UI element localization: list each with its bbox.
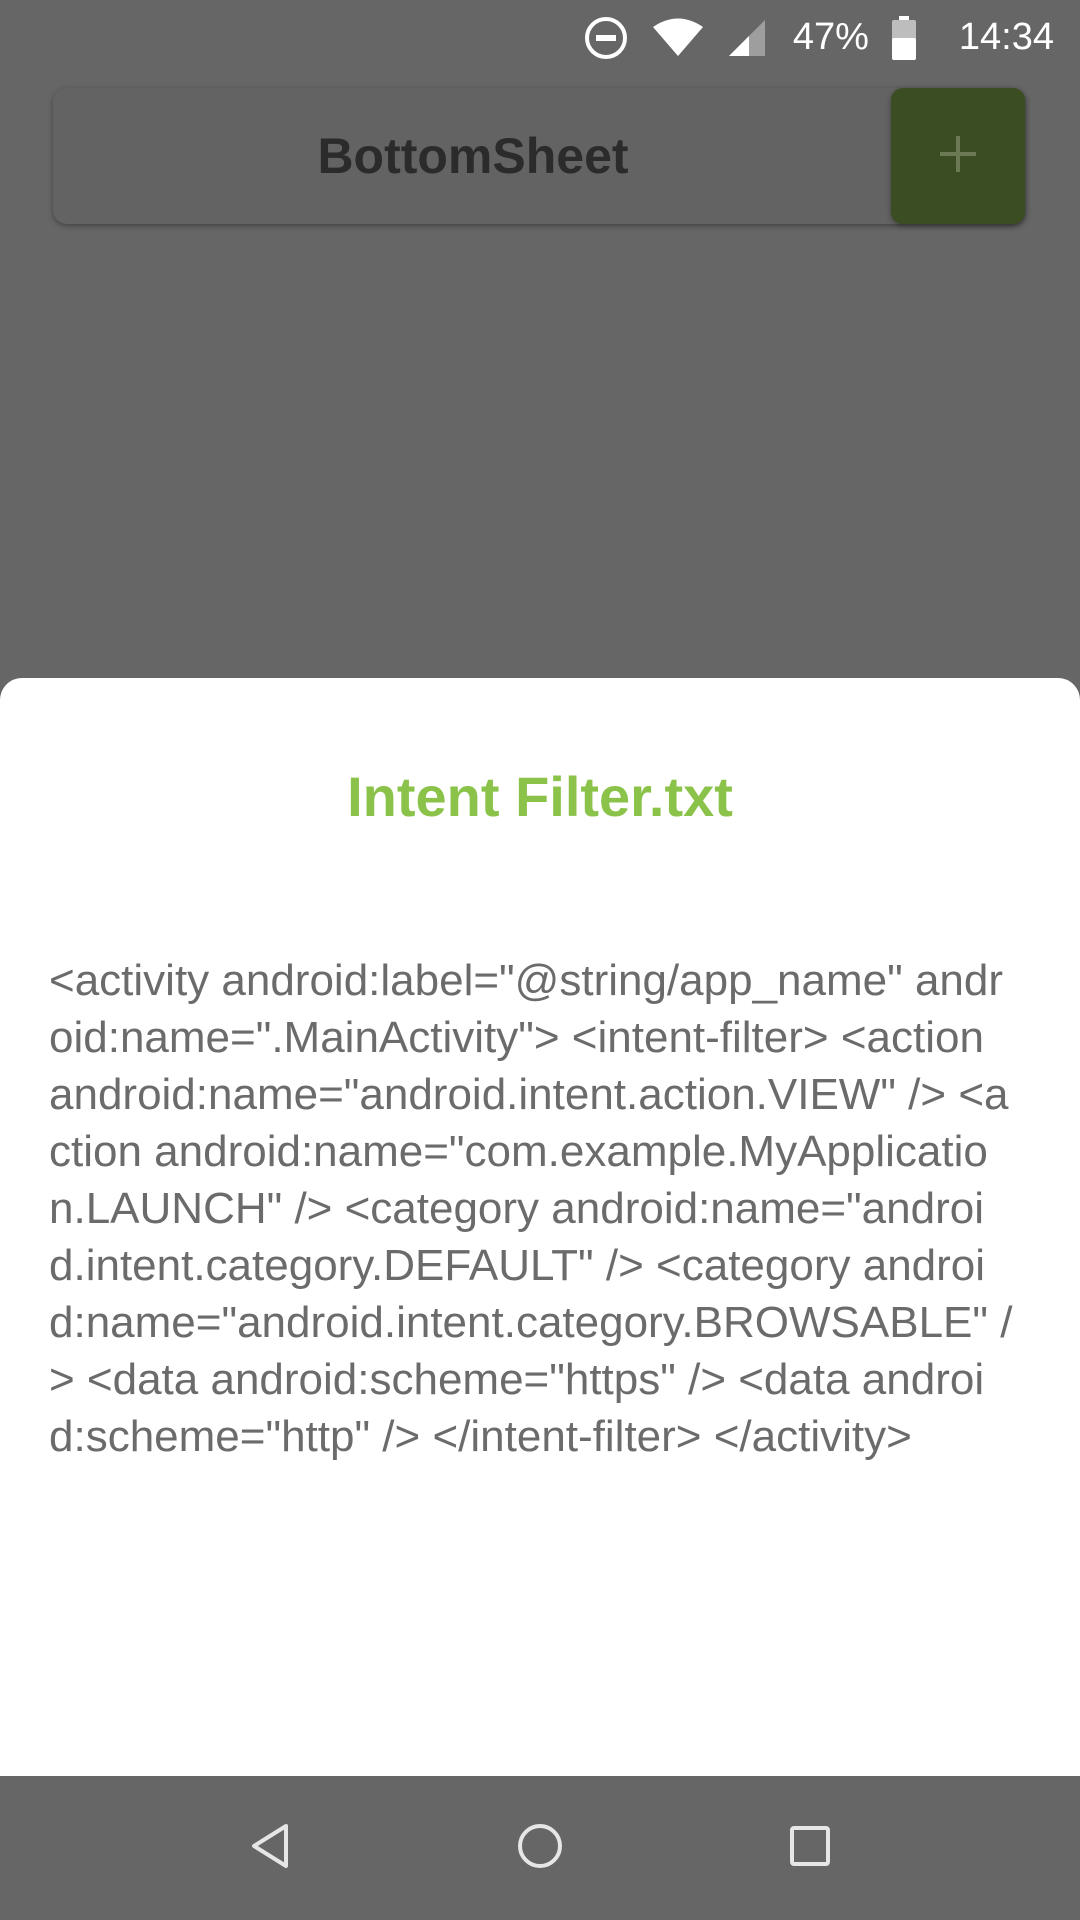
app-title: BottomSheet bbox=[317, 128, 629, 184]
recents-icon bbox=[788, 1824, 832, 1873]
app-toolbar-card: BottomSheet bbox=[53, 88, 1025, 224]
back-icon bbox=[248, 1822, 292, 1875]
home-icon bbox=[516, 1822, 564, 1875]
clock: 14:34 bbox=[958, 16, 1054, 58]
wifi-icon bbox=[651, 18, 705, 58]
recents-button[interactable] bbox=[740, 1776, 880, 1920]
navigation-bar bbox=[0, 1776, 1080, 1920]
add-button[interactable] bbox=[891, 88, 1025, 224]
battery-percent: 47% bbox=[792, 16, 869, 58]
bottom-sheet[interactable]: Intent Filter.txt <activity android:labe… bbox=[0, 678, 1080, 1776]
plus-icon bbox=[938, 134, 978, 179]
do-not-disturb-icon bbox=[583, 15, 629, 61]
sheet-title: Intent Filter.txt bbox=[347, 765, 733, 828]
status-bar: 47% 14:34 bbox=[0, 0, 1080, 75]
sheet-content: <activity android:label="@string/app_nam… bbox=[49, 956, 1013, 1461]
home-button[interactable] bbox=[470, 1776, 610, 1920]
cell-signal-icon bbox=[727, 18, 767, 58]
back-button[interactable] bbox=[200, 1776, 340, 1920]
battery-icon bbox=[891, 15, 917, 60]
